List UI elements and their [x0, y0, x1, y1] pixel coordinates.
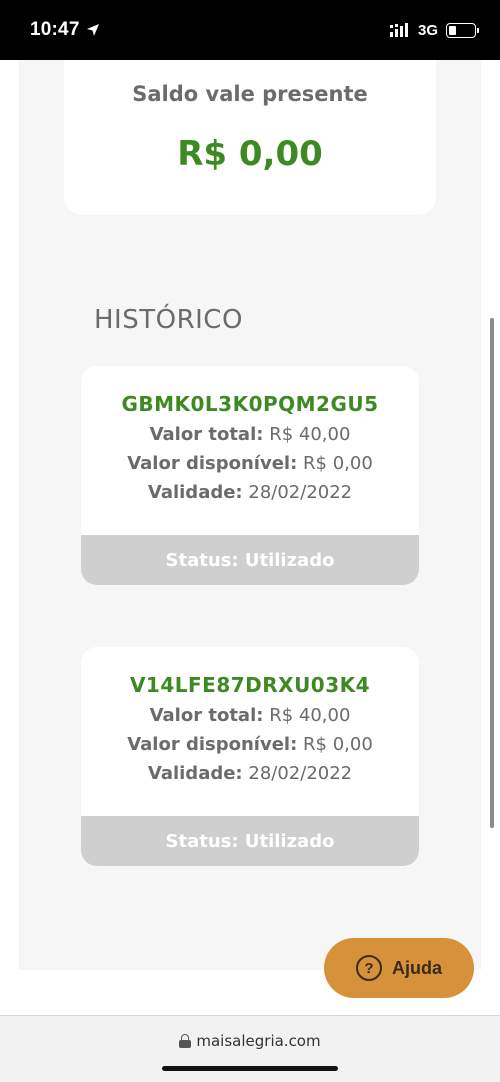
voucher-code: GBMK0L3K0PQM2GU5	[121, 392, 379, 416]
browser-bar: maisalegria.com	[0, 1015, 500, 1082]
voucher-available-value: R$ 0,00	[303, 734, 373, 755]
voucher-validity-value: 28/02/2022	[248, 482, 353, 503]
voucher-code: V14LFE87DRXU03K4	[129, 673, 371, 697]
voucher-card: GBMK0L3K0PQM2GU5 Valor total: R$ 40,00 V…	[81, 366, 419, 585]
voucher-status: Status: Utilizado	[81, 535, 419, 585]
voucher-validity-value: 28/02/2022	[248, 763, 353, 784]
voucher-validity-label: Validade:	[147, 482, 243, 503]
status-right: 3G	[389, 21, 479, 39]
balance-value: R$ 0,00	[177, 134, 323, 174]
voucher-available-row: Valor disponível: R$ 0,00	[81, 734, 419, 755]
voucher-total-row: Valor total: R$ 40,00	[81, 424, 419, 445]
lock-icon	[179, 1034, 192, 1048]
voucher-validity-row: Validade: 28/02/2022	[81, 482, 419, 503]
location-arrow-icon	[86, 24, 99, 36]
balance-card: Saldo vale presente R$ 0,00	[64, 60, 436, 215]
history-title: HISTÓRICO	[94, 305, 243, 335]
signal-icon	[389, 23, 408, 37]
voucher-available-value: R$ 0,00	[303, 453, 373, 474]
voucher-total-row: Valor total: R$ 40,00	[81, 705, 419, 726]
voucher-status: Status: Utilizado	[81, 816, 419, 866]
network-type: 3G	[417, 21, 438, 39]
voucher-total-value: R$ 40,00	[269, 705, 351, 726]
url-text: maisalegria.com	[196, 1032, 321, 1050]
voucher-card: V14LFE87DRXU03K4 Valor total: R$ 40,00 V…	[81, 647, 419, 866]
question-circle-icon: ?	[355, 955, 382, 981]
time-wrap: 10:47	[30, 19, 100, 41]
voucher-total-label: Valor total:	[149, 424, 264, 445]
voucher-available-label: Valor disponível:	[127, 734, 298, 755]
voucher-validity-row: Validade: 28/02/2022	[81, 763, 419, 784]
voucher-available-label: Valor disponível:	[127, 453, 298, 474]
balance-label: Saldo vale presente	[132, 82, 368, 106]
help-button[interactable]: ? Ajuda	[324, 938, 474, 998]
help-label: Ajuda	[391, 957, 442, 978]
voucher-total-label: Valor total:	[149, 705, 264, 726]
voucher-available-row: Valor disponível: R$ 0,00	[81, 453, 419, 474]
address-bar[interactable]: maisalegria.com	[0, 1032, 500, 1050]
battery-icon	[446, 22, 479, 38]
home-indicator	[162, 1066, 338, 1071]
clock-time: 10:47	[30, 19, 80, 40]
status-bar: 10:47 3G	[0, 0, 500, 60]
content-panel: Saldo vale presente R$ 0,00 HISTÓRICO GB…	[19, 60, 481, 970]
scrollbar[interactable]	[490, 318, 494, 828]
voucher-validity-label: Validade:	[147, 763, 243, 784]
page-viewport: Saldo vale presente R$ 0,00 HISTÓRICO GB…	[0, 60, 500, 1015]
voucher-total-value: R$ 40,00	[269, 424, 351, 445]
